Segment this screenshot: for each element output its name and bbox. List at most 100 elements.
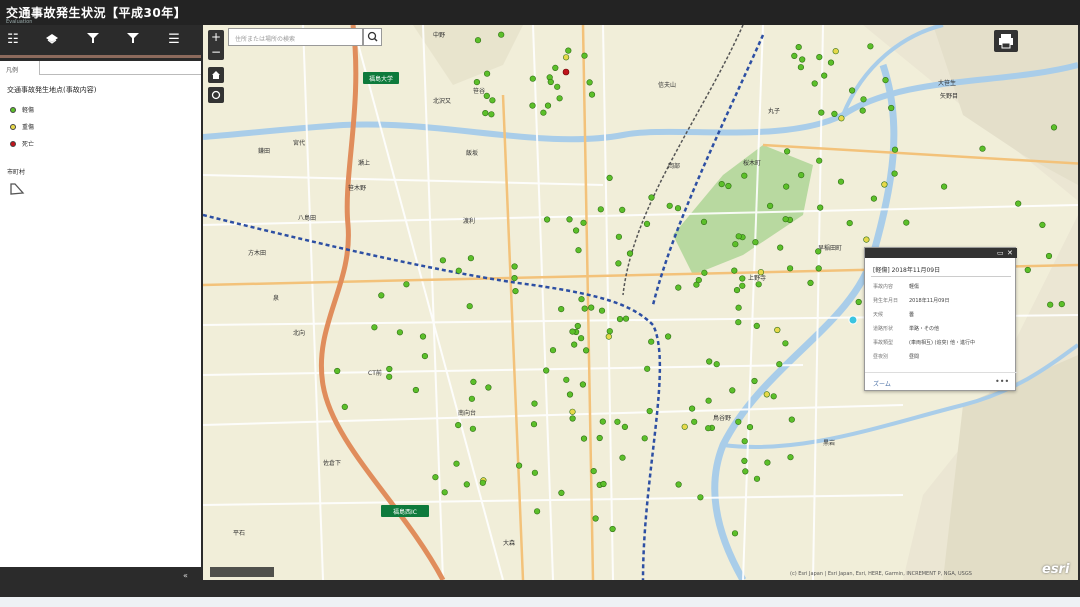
accident-point[interactable] <box>691 418 698 425</box>
accident-point[interactable] <box>940 183 948 190</box>
accident-point[interactable] <box>606 328 613 335</box>
accident-point[interactable] <box>534 508 541 515</box>
accident-point[interactable] <box>565 47 572 54</box>
accident-point[interactable] <box>798 172 805 179</box>
accident-point[interactable] <box>776 361 783 368</box>
home-button[interactable] <box>208 67 224 83</box>
accident-point[interactable] <box>575 247 582 254</box>
accident-point[interactable] <box>741 438 748 445</box>
accident-point[interactable] <box>1050 124 1058 131</box>
accident-point[interactable] <box>552 64 559 72</box>
accident-point[interactable] <box>1045 252 1053 260</box>
accident-point[interactable] <box>816 53 823 61</box>
accident-point[interactable] <box>746 424 754 431</box>
accident-point[interactable] <box>763 391 770 398</box>
accident-point[interactable] <box>529 75 536 82</box>
accident-point[interactable] <box>626 250 634 257</box>
accident-point[interactable] <box>741 172 748 179</box>
accident-point[interactable] <box>867 43 874 50</box>
selected-accident-point[interactable] <box>848 315 858 325</box>
accident-point[interactable] <box>705 397 712 404</box>
accident-point[interactable] <box>648 194 655 201</box>
accident-point[interactable] <box>498 31 505 38</box>
accident-point[interactable] <box>846 220 853 227</box>
accident-point[interactable] <box>739 282 746 289</box>
accident-point[interactable] <box>807 279 814 286</box>
accident-point[interactable] <box>783 183 790 190</box>
accident-point[interactable] <box>468 395 476 402</box>
accident-point[interactable] <box>755 281 762 288</box>
accident-point[interactable] <box>531 400 538 407</box>
accident-point[interactable] <box>870 195 878 202</box>
accident-point[interactable] <box>774 326 781 334</box>
accident-point[interactable] <box>473 78 481 86</box>
accident-point[interactable] <box>689 405 696 412</box>
tab-legend[interactable]: 凡例 <box>0 61 40 75</box>
print-button[interactable] <box>994 30 1018 52</box>
accident-point[interactable] <box>705 425 712 432</box>
accident-point[interactable] <box>396 329 403 336</box>
accident-point[interactable] <box>516 462 523 469</box>
accident-point[interactable] <box>701 269 708 276</box>
accident-point[interactable] <box>441 489 448 496</box>
accident-point[interactable] <box>891 146 899 153</box>
accident-point[interactable] <box>531 469 539 476</box>
accident-point[interactable] <box>571 341 578 348</box>
accident-point[interactable] <box>1058 301 1065 308</box>
search-button[interactable] <box>363 28 382 46</box>
accident-point[interactable] <box>666 202 673 209</box>
filter-icon[interactable] <box>123 31 143 49</box>
accident-point[interactable] <box>432 474 439 481</box>
accident-point[interactable] <box>731 530 739 537</box>
accident-point[interactable] <box>574 322 581 330</box>
accident-point[interactable] <box>554 83 561 90</box>
accident-point[interactable] <box>891 170 898 177</box>
accident-point[interactable] <box>665 333 672 340</box>
accident-point[interactable] <box>621 423 629 431</box>
accident-point[interactable] <box>881 181 888 188</box>
accident-point[interactable] <box>646 408 653 415</box>
fatal-accident-point[interactable] <box>562 68 570 76</box>
accident-point[interactable] <box>821 72 828 79</box>
accident-point[interactable] <box>622 315 630 322</box>
accident-point[interactable] <box>848 87 856 94</box>
accident-point[interactable] <box>371 324 378 331</box>
accident-point[interactable] <box>766 202 774 209</box>
accident-point[interactable] <box>786 265 794 272</box>
accident-point[interactable] <box>597 206 604 213</box>
accident-point[interactable] <box>482 109 489 117</box>
accident-point[interactable] <box>529 102 536 109</box>
accident-point[interactable] <box>606 174 613 181</box>
accident-point[interactable] <box>455 267 462 274</box>
accident-point[interactable] <box>549 347 557 354</box>
accident-point[interactable] <box>782 216 789 223</box>
accident-point[interactable] <box>569 415 576 422</box>
more-options-button[interactable]: ••• <box>995 377 1009 386</box>
locate-button[interactable] <box>208 87 224 103</box>
accident-point[interactable] <box>341 403 348 411</box>
accident-point[interactable] <box>752 239 759 246</box>
accident-point[interactable] <box>334 367 341 375</box>
accident-point[interactable] <box>733 287 741 294</box>
accident-point[interactable] <box>799 56 806 63</box>
accident-point[interactable] <box>590 468 597 475</box>
accident-point[interactable] <box>832 48 839 55</box>
accident-point[interactable] <box>581 52 588 59</box>
accident-point[interactable] <box>777 244 784 251</box>
accident-point[interactable] <box>616 316 624 323</box>
accident-point[interactable] <box>735 304 742 311</box>
accident-point[interactable] <box>615 233 623 240</box>
accident-point[interactable] <box>795 44 802 51</box>
accident-point[interactable] <box>463 481 470 488</box>
filter-icon[interactable] <box>83 31 103 49</box>
accident-point[interactable] <box>742 468 749 475</box>
accident-point[interactable] <box>859 107 866 114</box>
accident-point[interactable] <box>675 284 682 291</box>
accident-point[interactable] <box>469 425 477 432</box>
accident-point[interactable] <box>558 306 565 313</box>
accident-point[interactable] <box>674 205 682 212</box>
accident-point[interactable] <box>598 307 606 314</box>
accident-point[interactable] <box>467 255 475 262</box>
accident-point[interactable] <box>855 298 862 306</box>
accident-point[interactable] <box>770 393 777 400</box>
